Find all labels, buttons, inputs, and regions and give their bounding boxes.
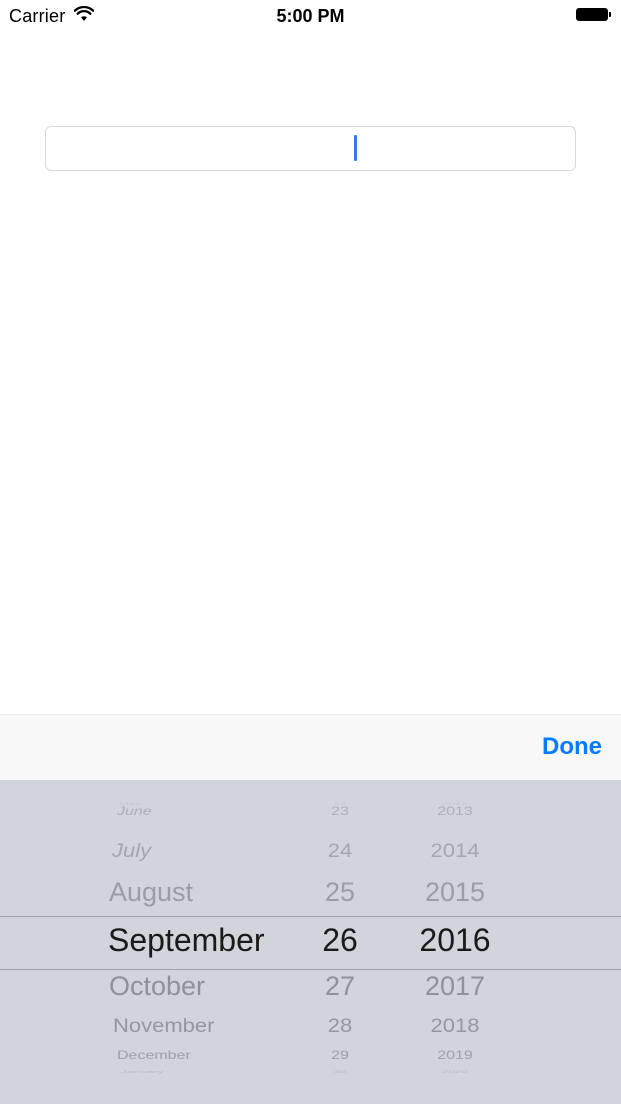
picker-row-month[interactable]: October [109,973,205,1000]
picker-row-year[interactable]: 2013 [400,806,510,818]
picker-row-month[interactable]: December [117,1050,191,1062]
done-button[interactable]: Done [542,732,602,762]
picker-row-month[interactable]: July [112,841,151,860]
status-bar: Carrier 5:00 PM [0,0,621,32]
picker-row-month[interactable]: June [117,806,152,818]
picker-row-year[interactable]: 2018 [400,1016,510,1035]
picker-row-day[interactable]: 25 [300,879,380,906]
picker-row-day[interactable]: 30 [300,1070,380,1074]
picker-row-year[interactable]: 2019 [400,1050,510,1062]
picker-row-day[interactable]: 29 [300,1050,380,1062]
picker-row-year[interactable]: 2017 [400,973,510,1000]
day-wheel[interactable]: 22 23 24 25 26 27 28 29 30 [300,780,380,1104]
picker-toolbar: Done [0,714,621,780]
picker-row-year-selected[interactable]: 2016 [400,924,510,956]
picker-row-year[interactable]: 2015 [400,879,510,906]
picker-row-day-selected[interactable]: 26 [300,924,380,956]
battery-icon [576,8,612,23]
picker-row-day[interactable]: 28 [300,1016,380,1035]
picker-row-day[interactable]: 24 [300,841,380,860]
picker-row-month-selected[interactable]: September [108,924,265,956]
picker-row-month[interactable]: November [113,1016,214,1035]
picker-row-month[interactable]: August [109,879,193,906]
picker-row-day[interactable]: 27 [300,973,380,1000]
month-wheel[interactable]: May June July August September October N… [95,780,295,1104]
picker-row-year[interactable]: 2020 [400,1070,510,1074]
picker-row-year[interactable]: 2014 [400,841,510,860]
picker-row-day[interactable]: 23 [300,806,380,818]
picker-row-month[interactable]: January [121,1070,164,1074]
text-cursor [354,135,357,161]
date-input-field[interactable] [45,126,576,171]
year-wheel[interactable]: 2012 2013 2014 2015 2016 2017 2018 2019 … [400,780,510,1104]
date-picker[interactable]: May June July August September October N… [0,780,621,1104]
clock: 5:00 PM [276,6,345,26]
